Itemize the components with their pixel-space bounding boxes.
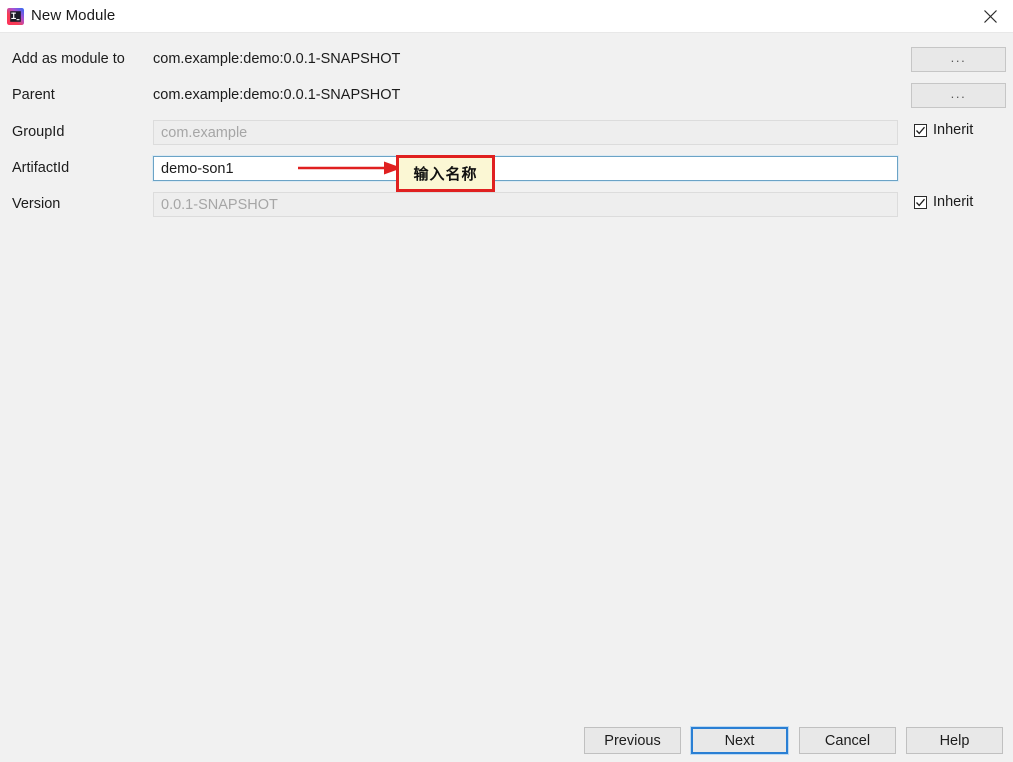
intellij-idea-icon xyxy=(7,8,24,25)
window-titlebar: New Module xyxy=(0,0,1013,33)
next-button[interactable]: Next xyxy=(691,727,788,754)
ellipsis-icon: ... xyxy=(950,86,967,101)
label-version: Version xyxy=(12,196,61,212)
close-icon[interactable] xyxy=(967,0,1013,32)
label-parent: Parent xyxy=(12,87,55,103)
label-artifactid: ArtifactId xyxy=(12,160,70,176)
label-groupid: GroupId xyxy=(12,124,65,140)
window-title: New Module xyxy=(31,7,116,24)
version-input[interactable] xyxy=(153,192,898,217)
inherit-label-version: Inherit xyxy=(933,194,974,210)
groupid-input[interactable] xyxy=(153,120,898,145)
ellipsis-icon: ... xyxy=(950,50,967,65)
cancel-button[interactable]: Cancel xyxy=(799,727,896,754)
dialog-footer: Previous Next Cancel Help xyxy=(0,727,1013,762)
help-button-label: Help xyxy=(939,732,970,749)
help-button[interactable]: Help xyxy=(906,727,1003,754)
form-row-add-as-module-to: Add as module to com.example:demo:0.0.1-… xyxy=(0,47,1013,77)
form-row-version: Version Inherit xyxy=(0,192,1013,222)
checkbox-checked-icon xyxy=(914,195,927,209)
inherit-checkbox-groupid[interactable]: Inherit xyxy=(914,122,973,138)
value-add-as-module-to: com.example:demo:0.0.1-SNAPSHOT xyxy=(153,51,401,67)
checkbox-checked-icon xyxy=(914,123,927,137)
form-row-artifactid: ArtifactId xyxy=(0,156,1013,186)
new-module-form: Add as module to com.example:demo:0.0.1-… xyxy=(0,33,1013,754)
previous-button-label: Previous xyxy=(604,732,661,749)
inherit-label-groupid: Inherit xyxy=(933,122,974,138)
annotation-text: 输入名称 xyxy=(413,166,478,183)
browse-button-add-as-module-to[interactable]: ... xyxy=(911,47,1006,72)
annotation-callout: 输入名称 xyxy=(396,155,495,192)
artifactid-input[interactable] xyxy=(153,156,898,181)
form-row-groupid: GroupId Inherit xyxy=(0,120,1013,150)
next-button-label: Next xyxy=(724,732,755,749)
inherit-checkbox-version[interactable]: Inherit xyxy=(914,194,973,210)
previous-button[interactable]: Previous xyxy=(584,727,681,754)
value-parent: com.example:demo:0.0.1-SNAPSHOT xyxy=(153,87,401,103)
browse-button-parent[interactable]: ... xyxy=(911,83,1006,108)
form-row-parent: Parent com.example:demo:0.0.1-SNAPSHOT .… xyxy=(0,83,1013,113)
cancel-button-label: Cancel xyxy=(824,732,871,749)
label-add-as-module-to: Add as module to xyxy=(12,51,125,67)
